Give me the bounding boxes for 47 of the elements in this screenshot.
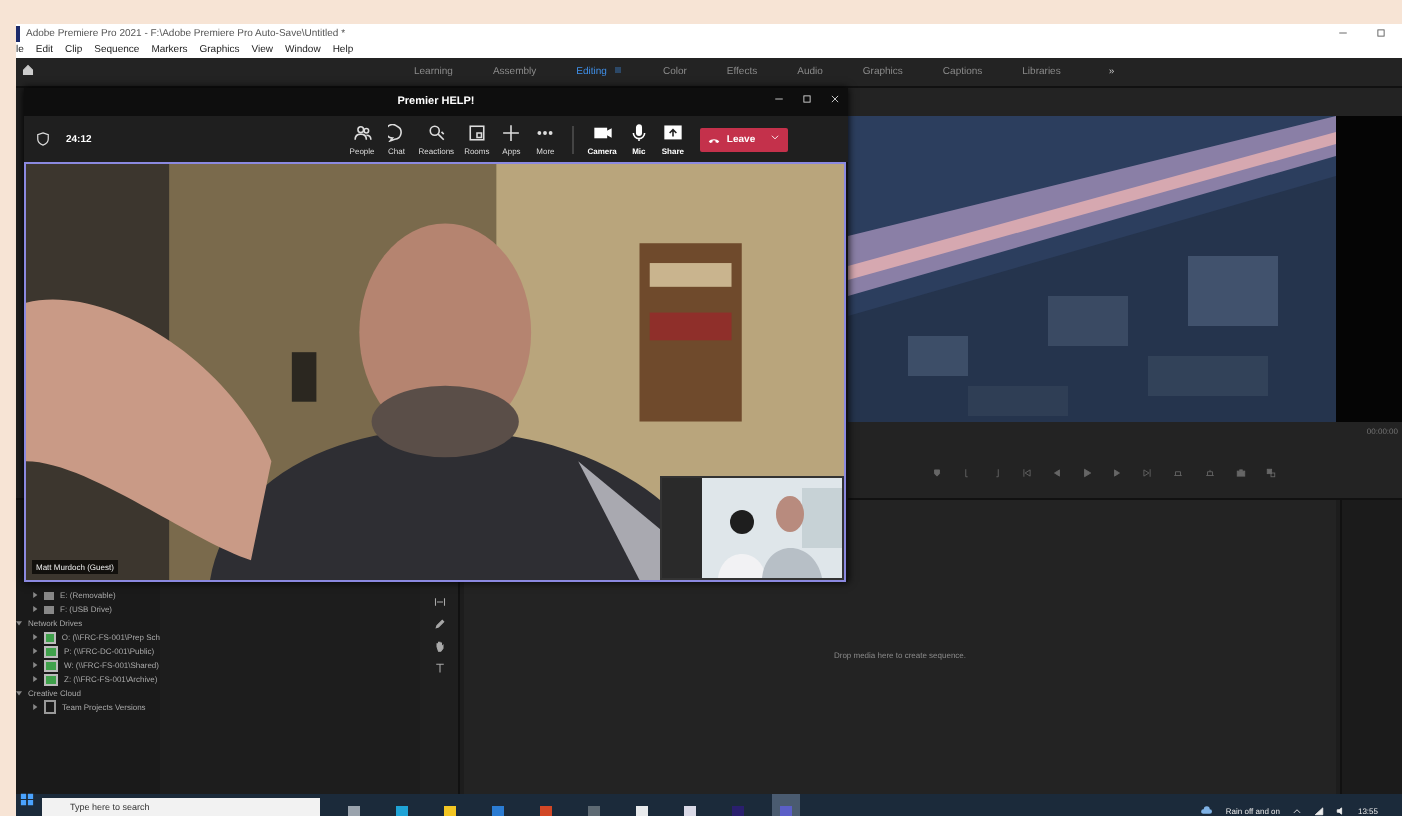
chat-icon (387, 123, 406, 141)
plus-icon (502, 123, 521, 141)
share-icon (663, 123, 682, 141)
caret-icon[interactable] (32, 634, 38, 640)
caret-icon[interactable] (32, 592, 38, 598)
windows-icon (20, 792, 34, 806)
pen-icon (433, 618, 445, 630)
play-icon (1082, 468, 1092, 478)
minimize-icon (774, 94, 784, 104)
camera-icon (593, 123, 612, 141)
mark-in-icon (962, 468, 972, 478)
minimize-icon (1338, 28, 1348, 38)
rooms-icon (467, 123, 486, 141)
phone-icon (708, 133, 721, 145)
speaker-icon (1335, 806, 1346, 816)
home-icon (22, 64, 34, 76)
maximize-icon (802, 94, 812, 104)
type-icon (433, 662, 445, 674)
folder-icon (44, 700, 56, 714)
step-forward-icon (1112, 468, 1122, 478)
caret-icon[interactable] (32, 704, 38, 710)
caret-icon[interactable] (32, 662, 38, 668)
go-to-in-icon (1022, 468, 1032, 478)
camera-icon (1236, 468, 1246, 478)
close-icon (830, 94, 840, 104)
caret-icon[interactable] (16, 690, 22, 696)
people-icon (353, 123, 372, 141)
caret-icon[interactable] (32, 606, 38, 612)
extract-icon (1204, 468, 1216, 478)
lift-icon (1172, 468, 1184, 478)
caret-icon[interactable] (32, 676, 38, 682)
marker-icon (932, 468, 942, 478)
caret-icon[interactable] (16, 620, 22, 626)
menu-icon (614, 66, 623, 74)
ripple-edit-icon (433, 596, 445, 608)
up-caret-icon (1291, 806, 1302, 816)
mic-icon (629, 123, 648, 141)
compare-icon (1266, 468, 1276, 478)
hand-icon (433, 640, 445, 652)
step-back-icon (1052, 468, 1062, 478)
caret-icon[interactable] (32, 648, 38, 654)
mark-out-icon (992, 468, 1002, 478)
chevron-icon (769, 132, 780, 142)
restore-icon (1376, 28, 1386, 38)
shield-icon (36, 132, 50, 146)
cloud-icon (1197, 804, 1214, 816)
go-to-out-icon (1142, 468, 1152, 478)
